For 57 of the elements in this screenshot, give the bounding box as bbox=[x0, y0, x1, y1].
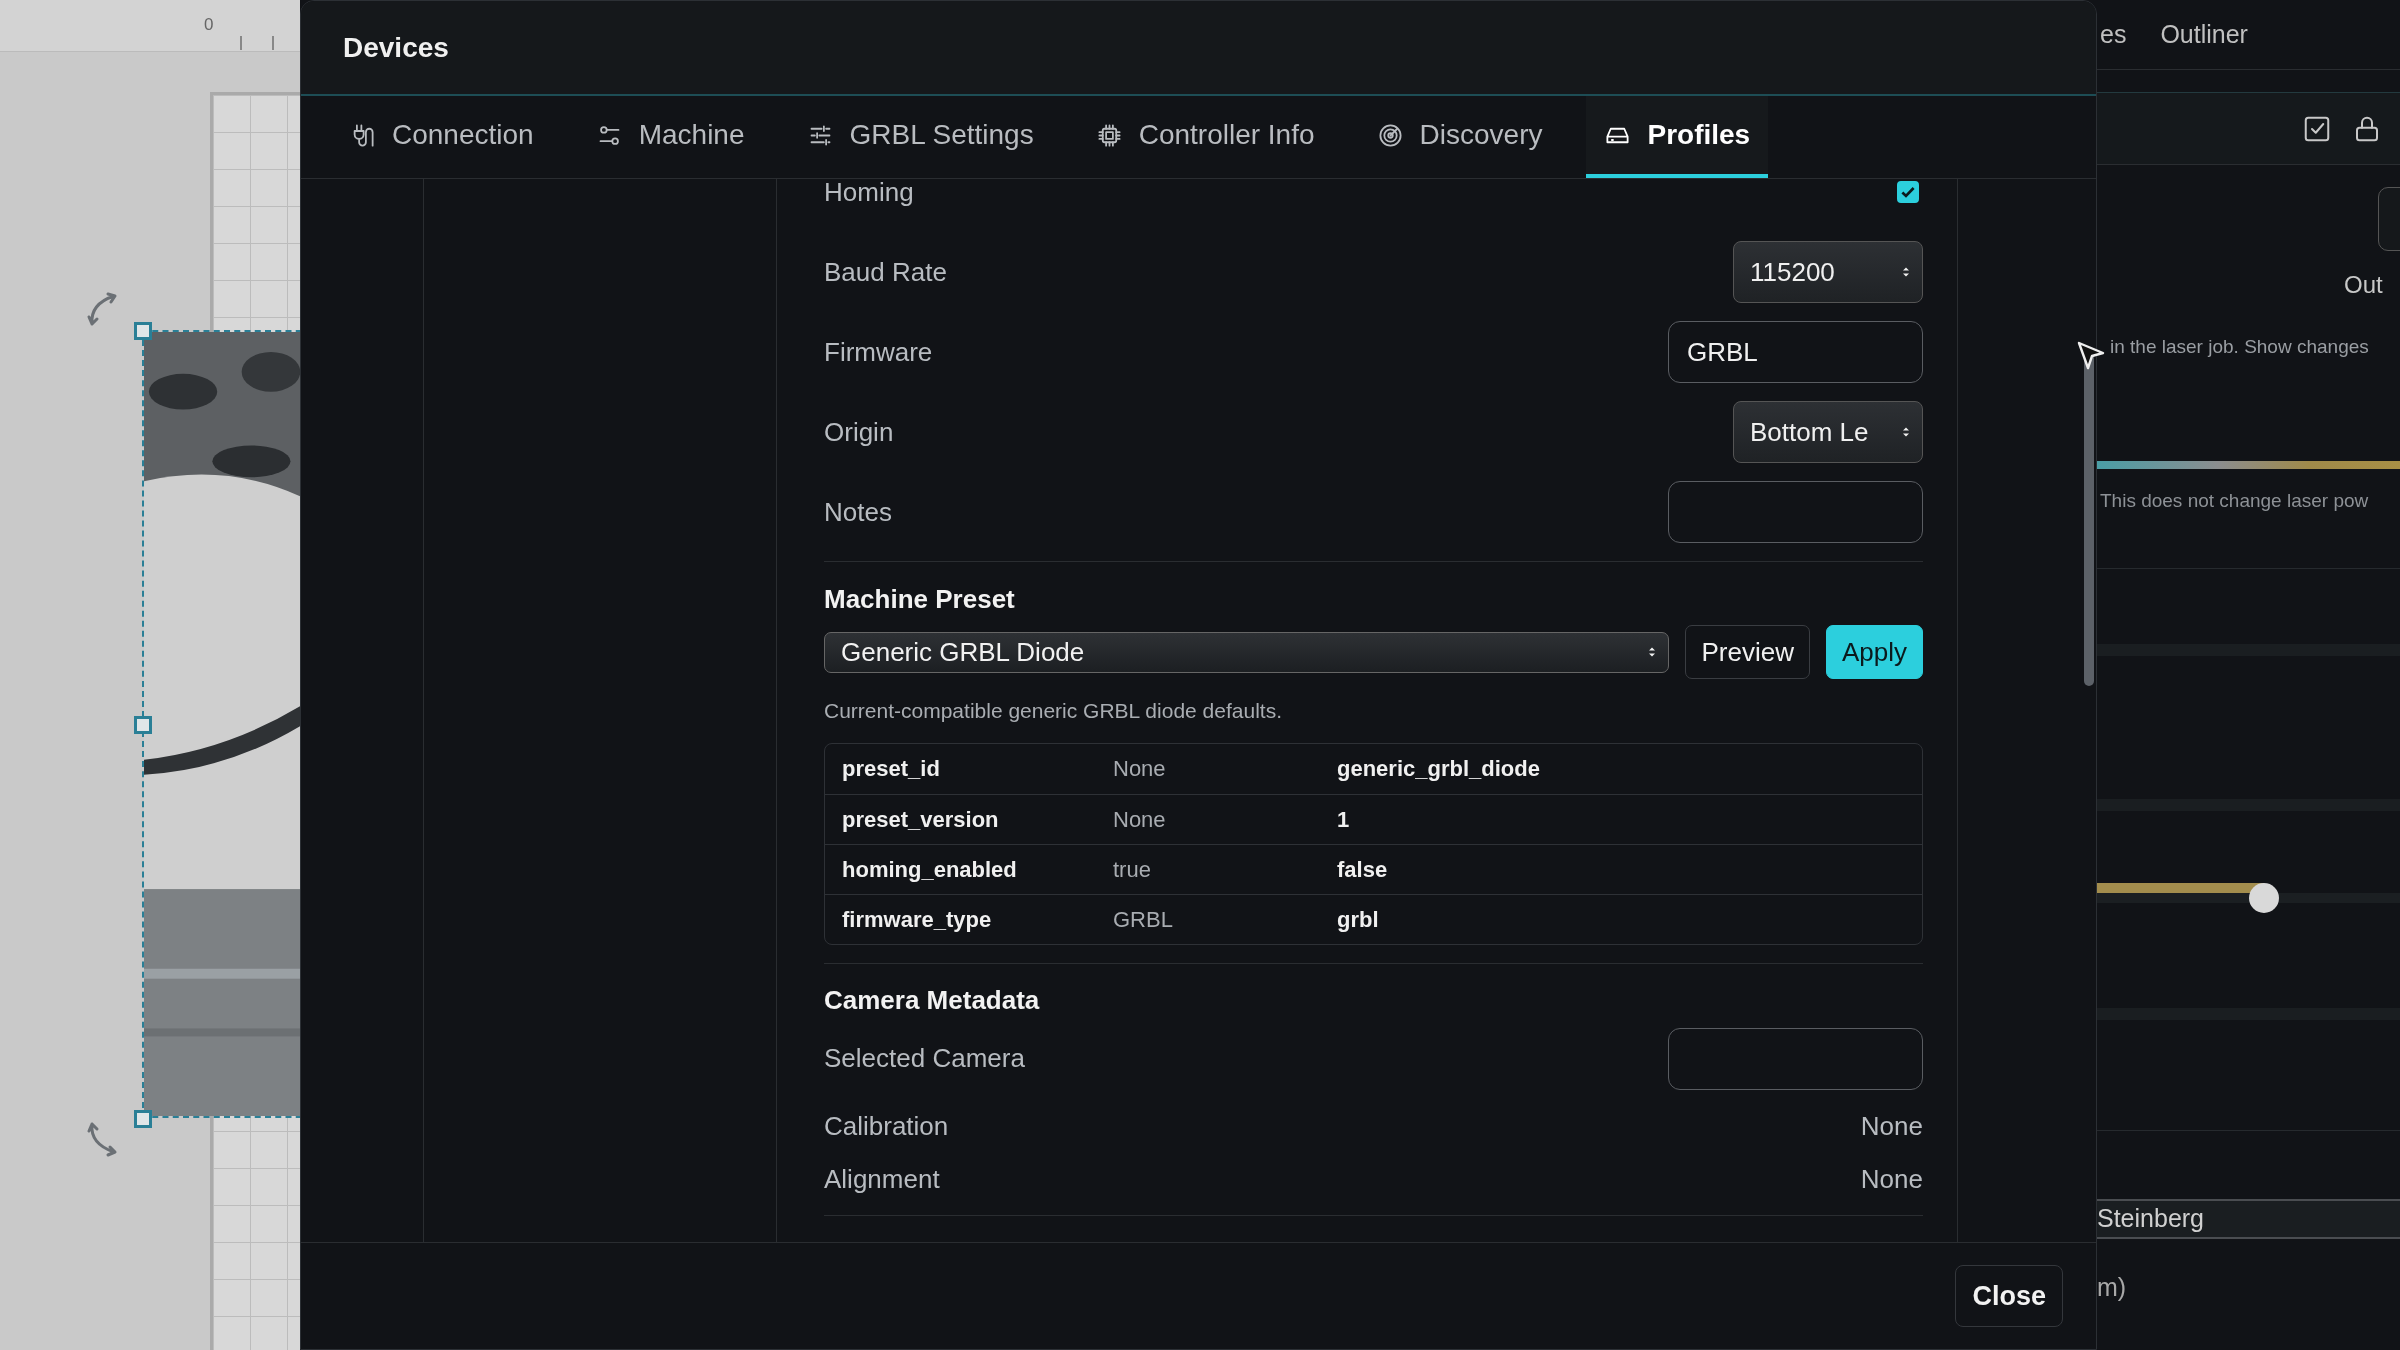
field-label: Firmware bbox=[824, 335, 933, 369]
tab[interactable]: GRBL Settings bbox=[788, 96, 1052, 178]
field-value: None bbox=[1860, 1109, 1923, 1143]
preset-select[interactable]: Generic GRBL Diode bbox=[824, 631, 1670, 673]
radar-icon bbox=[1376, 121, 1404, 149]
table-cell-text: preset_version bbox=[841, 805, 1000, 834]
tab[interactable]: Profiles bbox=[1586, 96, 1769, 178]
table-cell-text: true bbox=[1113, 855, 1152, 884]
field-label: Selected Camera bbox=[824, 1042, 1025, 1076]
tab[interactable]: Connection bbox=[331, 96, 552, 178]
table-cell-text: 1 bbox=[1337, 805, 1350, 834]
resize-handle[interactable] bbox=[134, 1110, 152, 1128]
slider-track[interactable] bbox=[2097, 883, 2400, 913]
resize-handle[interactable] bbox=[134, 322, 152, 340]
tab[interactable]: Machine bbox=[577, 96, 763, 178]
select-field[interactable]: 115200 bbox=[1733, 241, 1923, 303]
tab[interactable]: Discovery bbox=[1358, 96, 1561, 178]
chip-icon bbox=[1095, 121, 1123, 149]
list-item[interactable]: Steinberg bbox=[2097, 1199, 2400, 1239]
table-cell-text: firmware_type bbox=[841, 905, 993, 934]
field-label: Origin bbox=[824, 415, 894, 449]
field-label: Notes bbox=[824, 495, 892, 529]
section-heading: Machine Preset bbox=[824, 584, 1016, 616]
resize-handle[interactable] bbox=[134, 716, 152, 734]
table-cell-text: generic_grbl_diode bbox=[1337, 755, 1540, 784]
table-cell-text: None bbox=[1113, 805, 1167, 834]
field-label: Alignment bbox=[824, 1162, 940, 1196]
hint-text: in the laser job. Show changes bbox=[2110, 337, 2370, 356]
ruler-label: 0 bbox=[204, 16, 214, 33]
select-field[interactable]: Bottom Le bbox=[1733, 401, 1923, 463]
input-field[interactable] bbox=[1668, 1027, 1923, 1090]
input-field[interactable] bbox=[1668, 481, 1923, 543]
slider-thumb[interactable] bbox=[2248, 883, 2279, 913]
table-cell-text: GRBL bbox=[1113, 905, 1174, 934]
output-label: Out bbox=[2344, 273, 2384, 297]
section-heading: Camera Metadata bbox=[824, 984, 1041, 1016]
table-cell-text: None bbox=[1113, 755, 1167, 784]
help-text: Current-compatible generic GRBL diode defaults. bbox=[824, 698, 1283, 725]
table-cell-text: false bbox=[1337, 855, 1388, 884]
panel-tab[interactable]: es bbox=[2100, 15, 2127, 54]
field-value: None bbox=[1860, 1162, 1923, 1196]
field-label: Homing bbox=[824, 179, 914, 209]
checkbox[interactable] bbox=[1897, 181, 1919, 203]
tab[interactable]: Controller Info bbox=[1077, 96, 1333, 178]
table-cell-text: homing_enabled bbox=[841, 855, 1018, 884]
table-cell-text: preset_id bbox=[841, 755, 941, 784]
note-text: This does not change laser pow bbox=[2100, 491, 2370, 510]
panel-tab[interactable]: Outliner bbox=[2160, 15, 2248, 54]
dialog-title: Devices bbox=[343, 30, 449, 65]
table-cell-text: grbl bbox=[1337, 905, 1379, 934]
apply-button[interactable]: Apply bbox=[1825, 625, 1923, 680]
preview-button[interactable]: Preview bbox=[1685, 625, 1810, 680]
field-label: Calibration bbox=[824, 1109, 949, 1143]
input-field[interactable]: GRBL bbox=[1668, 321, 1923, 383]
field-label: Baud Rate bbox=[824, 255, 947, 289]
close-button[interactable]: Close bbox=[1955, 1265, 2063, 1327]
panel-text: m) bbox=[2097, 1272, 2128, 1303]
